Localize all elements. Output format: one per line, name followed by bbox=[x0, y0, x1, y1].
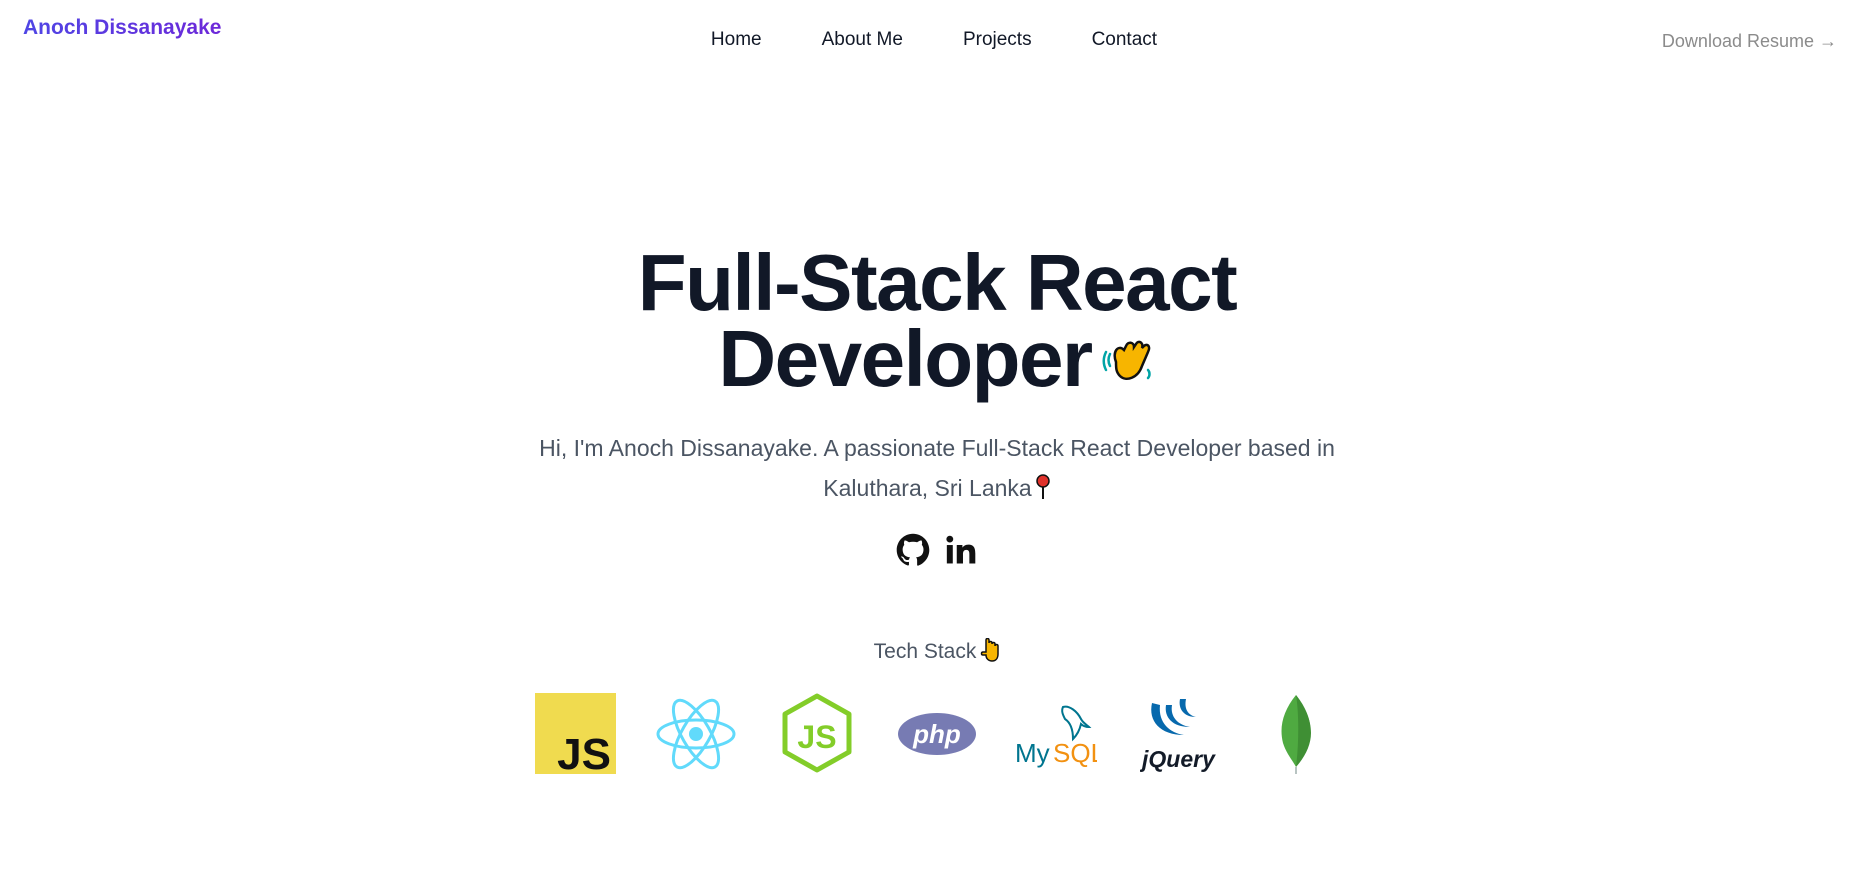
social-links bbox=[0, 533, 1874, 567]
nodejs-logo: JS bbox=[782, 693, 852, 773]
hero-intro: Hi, I'm Anoch Dissanayake. A passionate … bbox=[0, 428, 1874, 508]
php-logo-text: php bbox=[912, 719, 961, 749]
react-logo bbox=[656, 698, 736, 770]
nav-projects[interactable]: Projects bbox=[963, 29, 1032, 51]
page: Anoch Dissanayake Home About Me Projects… bbox=[0, 0, 1874, 891]
linkedin-icon bbox=[946, 535, 976, 564]
tech-stack-title: Tech Stack bbox=[873, 640, 977, 663]
nav-contact[interactable]: Contact bbox=[1092, 29, 1157, 51]
hero-title-line2: Developer bbox=[718, 314, 1093, 403]
nav-about-me[interactable]: About Me bbox=[822, 29, 903, 51]
waving-hand-icon bbox=[1102, 340, 1151, 380]
github-icon bbox=[896, 533, 930, 566]
javascript-logo-text: JS bbox=[557, 730, 611, 774]
javascript-icon: JS bbox=[557, 730, 611, 779]
javascript-logo: JS bbox=[535, 693, 616, 779]
tech-stack-logos: JS JS php My SQL bbox=[535, 693, 1335, 779]
hero-section: Full-Stack React Developer bbox=[0, 238, 1874, 399]
jquery-logo: jQuery bbox=[1140, 699, 1216, 772]
hero-title: Full-Stack React Developer bbox=[587, 238, 1287, 399]
svg-text:My: My bbox=[1015, 738, 1050, 768]
tech-stack-label: Tech Stack bbox=[0, 638, 1874, 664]
round-pushpin-icon bbox=[1035, 474, 1050, 499]
svg-text:JS: JS bbox=[797, 719, 836, 755]
hero-title-line1: Full-Stack React bbox=[637, 238, 1238, 327]
intro-line1: Hi, I'm Anoch Dissanayake. A passionate … bbox=[539, 435, 1335, 461]
github-link[interactable] bbox=[896, 533, 930, 567]
download-resume-link[interactable]: Download Resume → bbox=[1662, 31, 1837, 52]
linkedin-link[interactable] bbox=[944, 533, 978, 567]
mongodb-logo bbox=[1281, 695, 1311, 774]
php-logo: php bbox=[898, 713, 976, 755]
intro-line2: Kaluthara, Sri Lanka bbox=[823, 475, 1032, 501]
jquery-logo-text: jQuery bbox=[1140, 746, 1216, 772]
pointing-down-icon bbox=[981, 638, 1000, 663]
nav-home[interactable]: Home bbox=[711, 29, 762, 51]
main-nav: Home About Me Projects Contact bbox=[0, 29, 1874, 51]
svg-text:SQL: SQL bbox=[1053, 738, 1097, 768]
mysql-logo: My SQL bbox=[1015, 705, 1097, 768]
